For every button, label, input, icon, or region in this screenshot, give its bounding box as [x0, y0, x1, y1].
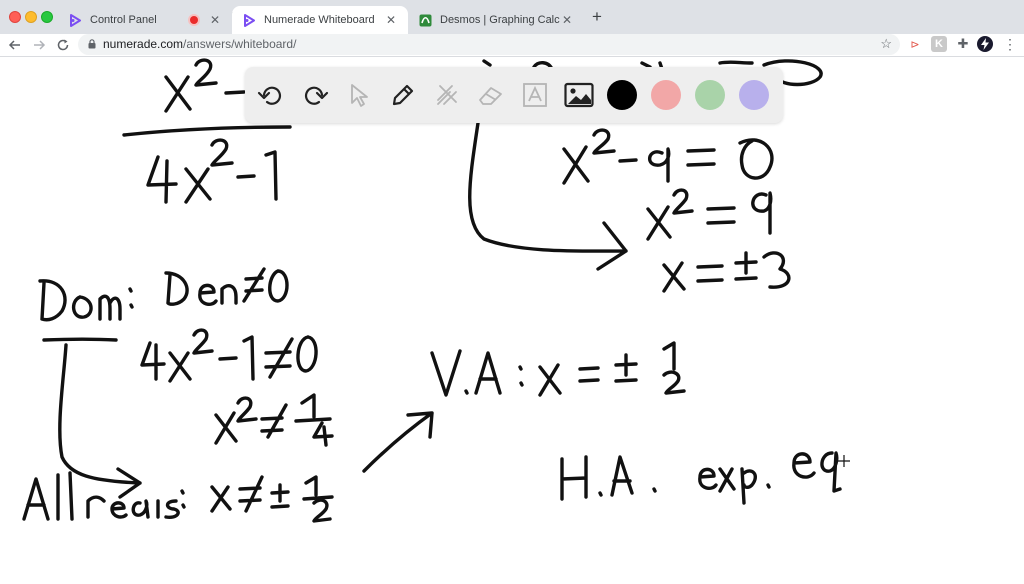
url-text: numerade.com/answers/whiteboard/ — [103, 37, 296, 51]
vertical-asymptote-ink — [430, 341, 686, 397]
tab-desmos[interactable]: Desmos | Graphing Calculator ✕ — [408, 6, 584, 34]
domain-arrow-ink — [58, 343, 142, 499]
pen-icon[interactable] — [387, 79, 419, 111]
step-x2-minus-9-ink — [562, 128, 774, 185]
tab-control-panel[interactable]: Control Panel ✕ — [58, 6, 232, 34]
den-not-zero-ink — [164, 267, 289, 306]
new-tab-button[interactable]: + — [588, 7, 606, 26]
close-tab-icon[interactable]: ✕ — [560, 13, 574, 27]
tab-title: Control Panel — [90, 14, 157, 26]
window-close-button[interactable] — [9, 11, 21, 23]
window-zoom-button[interactable] — [41, 11, 53, 23]
reload-icon[interactable] — [54, 36, 72, 54]
color-black-swatch[interactable] — [607, 80, 637, 110]
close-tab-icon[interactable]: ✕ — [208, 13, 222, 27]
va-arrow-ink — [362, 411, 434, 473]
screencast-extension-icon[interactable]: ⊳ — [907, 36, 923, 52]
tab-title: Numerade Whiteboard — [264, 14, 375, 26]
browser-toolbar: numerade.com/answers/whiteboard/ ☆ ⊳ K ✚… — [0, 34, 1024, 56]
desmos-favicon-icon — [418, 13, 432, 27]
url-domain: numerade.com — [103, 37, 184, 51]
fraction-numerator-ink — [164, 58, 246, 113]
url-path: /answers/whiteboard/ — [183, 37, 297, 51]
close-tab-icon[interactable]: ✕ — [384, 13, 398, 27]
den-step1-ink — [140, 328, 318, 383]
tab-strip: Control Panel ✕ Numerade Whiteboard ✕ De… — [0, 0, 1024, 34]
text-icon[interactable] — [519, 79, 551, 111]
numerade-favicon-icon — [68, 13, 82, 27]
whiteboard-toolbar — [245, 67, 783, 123]
image-icon[interactable] — [563, 79, 595, 111]
fraction-denominator-ink — [146, 138, 278, 204]
lock-icon — [88, 39, 96, 49]
color-green-swatch[interactable] — [695, 80, 725, 110]
pointer-icon[interactable] — [343, 79, 375, 111]
extensions-puzzle-icon[interactable]: ✚ — [955, 36, 971, 52]
window-minimize-button[interactable] — [25, 11, 37, 23]
color-pink-swatch[interactable] — [651, 80, 681, 110]
address-bar[interactable]: numerade.com/answers/whiteboard/ ☆ — [78, 34, 900, 55]
tab-numerade-whiteboard[interactable]: Numerade Whiteboard ✕ — [232, 6, 408, 34]
more-menu-icon[interactable]: ⋮ — [1002, 36, 1018, 52]
color-purple-swatch[interactable] — [739, 80, 769, 110]
den-step2-ink — [214, 393, 334, 447]
x-not-pm-half-ink — [180, 475, 334, 523]
handwriting-layer — [22, 58, 850, 523]
step-x2-equals-9-ink — [646, 188, 773, 241]
redo-icon[interactable] — [299, 79, 331, 111]
bookmark-star-icon[interactable]: ☆ — [880, 36, 892, 52]
dom-heading-ink — [38, 279, 134, 342]
step-x-pm-3-ink — [662, 251, 791, 293]
tools-icon[interactable] — [431, 79, 463, 111]
profile-avatar-icon[interactable] — [977, 36, 993, 52]
eraser-icon[interactable] — [475, 79, 507, 111]
undo-icon[interactable] — [255, 79, 287, 111]
k-extension-icon[interactable]: K — [931, 36, 947, 52]
crosshair-cursor-icon — [838, 455, 850, 467]
whiteboard-canvas[interactable] — [0, 57, 1024, 584]
back-icon[interactable] — [6, 36, 24, 54]
recording-indicator-icon — [190, 16, 198, 24]
fraction-bar-ink — [122, 125, 292, 137]
forward-icon[interactable] — [30, 36, 48, 54]
horizontal-asymptote-ink — [560, 451, 842, 505]
numerade-favicon-icon — [242, 13, 256, 27]
tab-title: Desmos | Graphing Calculator — [440, 14, 560, 26]
